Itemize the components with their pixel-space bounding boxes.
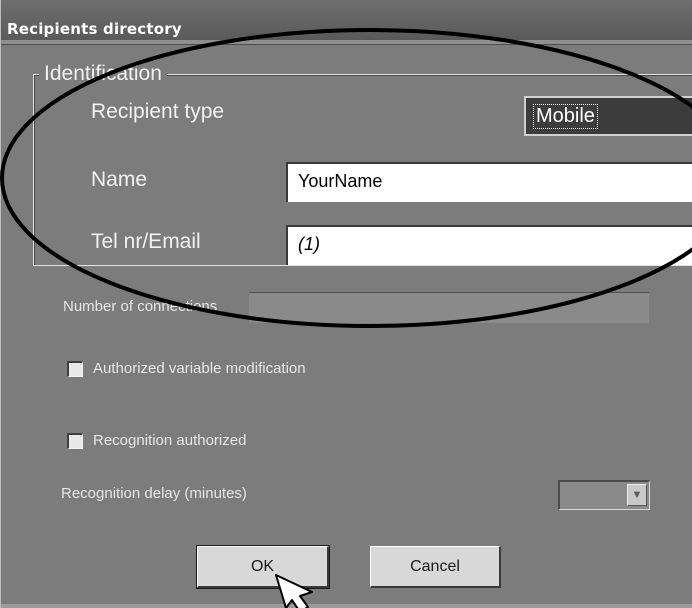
mouse-pointer-icon xyxy=(275,574,313,608)
highlight-ellipse xyxy=(0,28,692,328)
annotation-overlay xyxy=(0,28,692,608)
